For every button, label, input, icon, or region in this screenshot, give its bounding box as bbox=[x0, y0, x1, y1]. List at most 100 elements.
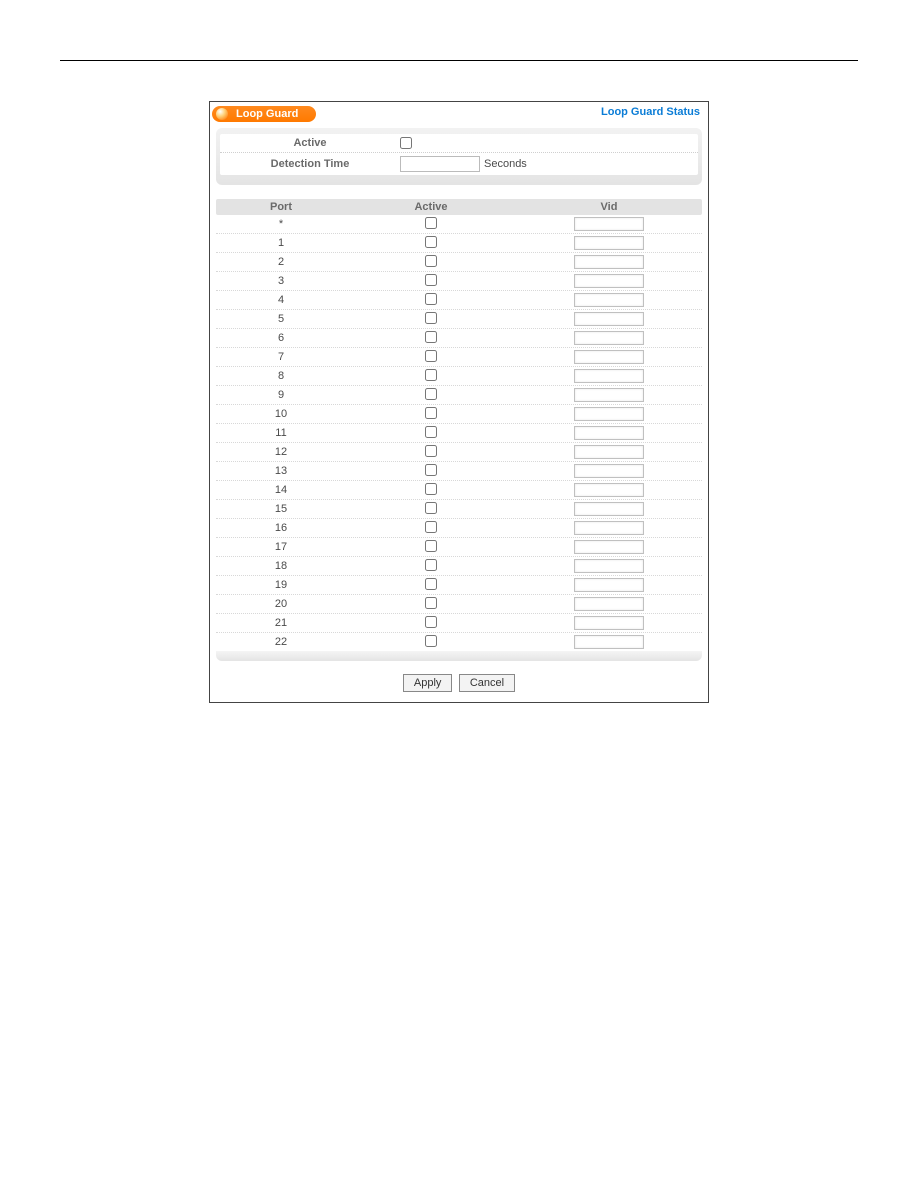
col-header-active: Active bbox=[346, 201, 516, 213]
port-vid-cell bbox=[516, 388, 702, 402]
port-active-checkbox[interactable] bbox=[425, 331, 437, 343]
port-active-checkbox[interactable] bbox=[425, 217, 437, 229]
port-cell: 17 bbox=[216, 541, 346, 553]
table-row: 3 bbox=[216, 272, 702, 291]
port-active-cell bbox=[346, 217, 516, 232]
port-active-checkbox[interactable] bbox=[425, 312, 437, 324]
port-vid-input[interactable] bbox=[574, 616, 644, 630]
port-active-checkbox[interactable] bbox=[425, 559, 437, 571]
port-active-checkbox[interactable] bbox=[425, 369, 437, 381]
port-vid-cell bbox=[516, 597, 702, 611]
port-vid-input[interactable] bbox=[574, 388, 644, 402]
port-active-checkbox[interactable] bbox=[425, 255, 437, 267]
port-vid-cell bbox=[516, 445, 702, 459]
port-vid-input[interactable] bbox=[574, 578, 644, 592]
port-active-checkbox[interactable] bbox=[425, 597, 437, 609]
port-active-checkbox[interactable] bbox=[425, 616, 437, 628]
seconds-suffix: Seconds bbox=[484, 158, 527, 170]
button-bar: Apply Cancel bbox=[212, 661, 706, 700]
table-row: 18 bbox=[216, 557, 702, 576]
port-active-checkbox[interactable] bbox=[425, 502, 437, 514]
port-active-checkbox[interactable] bbox=[425, 388, 437, 400]
port-active-checkbox[interactable] bbox=[425, 293, 437, 305]
port-table-body: *12345678910111213141516171819202122 bbox=[216, 215, 702, 652]
port-cell: 3 bbox=[216, 275, 346, 287]
port-active-cell bbox=[346, 407, 516, 422]
table-row: 10 bbox=[216, 405, 702, 424]
port-active-cell bbox=[346, 483, 516, 498]
port-cell: 11 bbox=[216, 427, 346, 439]
port-vid-input[interactable] bbox=[574, 464, 644, 478]
port-active-checkbox[interactable] bbox=[425, 464, 437, 476]
port-active-checkbox[interactable] bbox=[425, 350, 437, 362]
port-vid-cell bbox=[516, 464, 702, 478]
port-vid-input[interactable] bbox=[574, 502, 644, 516]
table-row: * bbox=[216, 215, 702, 234]
port-vid-input[interactable] bbox=[574, 635, 644, 649]
port-vid-input[interactable] bbox=[574, 483, 644, 497]
port-active-cell bbox=[346, 236, 516, 251]
port-vid-input[interactable] bbox=[574, 521, 644, 535]
port-vid-input[interactable] bbox=[574, 540, 644, 554]
port-active-cell bbox=[346, 426, 516, 441]
port-vid-input[interactable] bbox=[574, 597, 644, 611]
port-vid-cell bbox=[516, 540, 702, 554]
global-active-checkbox[interactable] bbox=[400, 137, 412, 149]
port-vid-input[interactable] bbox=[574, 369, 644, 383]
port-vid-input[interactable] bbox=[574, 426, 644, 440]
loop-guard-status-link[interactable]: Loop Guard Status bbox=[601, 106, 700, 118]
table-row: 2 bbox=[216, 253, 702, 272]
port-vid-cell bbox=[516, 312, 702, 326]
port-vid-cell bbox=[516, 236, 702, 250]
port-vid-cell bbox=[516, 502, 702, 516]
port-cell: 9 bbox=[216, 389, 346, 401]
port-cell: 13 bbox=[216, 465, 346, 477]
apply-button[interactable]: Apply bbox=[403, 674, 453, 692]
port-active-checkbox[interactable] bbox=[425, 540, 437, 552]
port-vid-input[interactable] bbox=[574, 559, 644, 573]
port-active-checkbox[interactable] bbox=[425, 236, 437, 248]
port-vid-input[interactable] bbox=[574, 445, 644, 459]
port-vid-input[interactable] bbox=[574, 255, 644, 269]
table-row: 15 bbox=[216, 500, 702, 519]
port-active-checkbox[interactable] bbox=[425, 274, 437, 286]
port-active-checkbox[interactable] bbox=[425, 426, 437, 438]
port-vid-cell bbox=[516, 407, 702, 421]
port-vid-input[interactable] bbox=[574, 274, 644, 288]
port-vid-cell bbox=[516, 293, 702, 307]
port-active-checkbox[interactable] bbox=[425, 635, 437, 647]
table-row: 19 bbox=[216, 576, 702, 595]
port-vid-input[interactable] bbox=[574, 407, 644, 421]
port-active-cell bbox=[346, 274, 516, 289]
port-active-cell bbox=[346, 388, 516, 403]
port-vid-cell bbox=[516, 616, 702, 630]
port-vid-input[interactable] bbox=[574, 293, 644, 307]
cancel-button[interactable]: Cancel bbox=[459, 674, 515, 692]
port-vid-input[interactable] bbox=[574, 331, 644, 345]
port-cell: 5 bbox=[216, 313, 346, 325]
port-vid-input[interactable] bbox=[574, 312, 644, 326]
port-vid-input[interactable] bbox=[574, 350, 644, 364]
port-vid-cell bbox=[516, 369, 702, 383]
port-active-checkbox[interactable] bbox=[425, 483, 437, 495]
port-vid-cell bbox=[516, 350, 702, 364]
port-active-checkbox[interactable] bbox=[425, 521, 437, 533]
table-row: 5 bbox=[216, 310, 702, 329]
top-rule bbox=[60, 60, 858, 61]
port-vid-cell bbox=[516, 578, 702, 592]
detection-time-row: Detection Time Seconds bbox=[220, 153, 698, 175]
port-vid-cell bbox=[516, 483, 702, 497]
table-row: 14 bbox=[216, 481, 702, 500]
detection-time-input[interactable] bbox=[400, 156, 480, 172]
table-row: 11 bbox=[216, 424, 702, 443]
port-active-checkbox[interactable] bbox=[425, 407, 437, 419]
port-cell: 12 bbox=[216, 446, 346, 458]
port-vid-cell bbox=[516, 521, 702, 535]
port-vid-cell bbox=[516, 274, 702, 288]
port-vid-input[interactable] bbox=[574, 236, 644, 250]
table-row: 21 bbox=[216, 614, 702, 633]
port-active-checkbox[interactable] bbox=[425, 578, 437, 590]
table-row: 1 bbox=[216, 234, 702, 253]
port-vid-input[interactable] bbox=[574, 217, 644, 231]
port-active-checkbox[interactable] bbox=[425, 445, 437, 457]
